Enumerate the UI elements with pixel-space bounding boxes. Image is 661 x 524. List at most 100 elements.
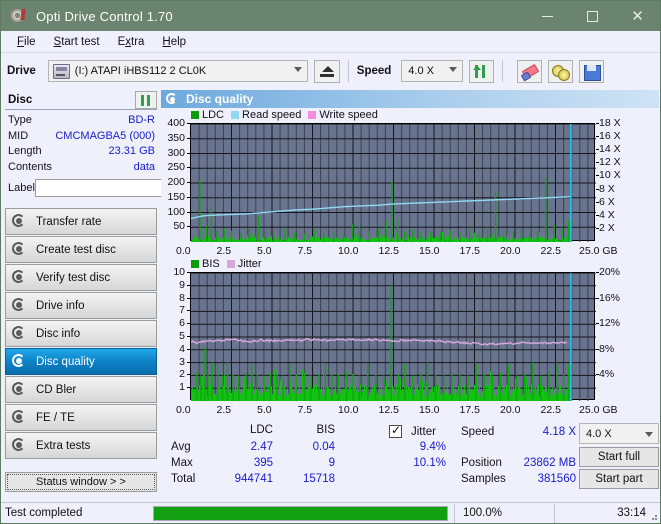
disc-refresh-button[interactable] xyxy=(135,91,157,109)
stats-jitter-max: 10.1% xyxy=(366,457,446,469)
legend-label: Write speed xyxy=(319,109,378,121)
y-axis-tick-label: 6 xyxy=(161,317,185,329)
eraser-icon[interactable] xyxy=(517,60,542,83)
menu-start-test[interactable]: Start test xyxy=(45,34,109,50)
two-discs-icon[interactable] xyxy=(548,60,573,83)
x-axis-tick-label: 25.0 GB xyxy=(579,245,618,257)
chevron-down-icon xyxy=(294,67,302,72)
chart-legend: LDCRead speedWrite speed xyxy=(191,109,378,121)
elapsed-time: 33:14 xyxy=(554,504,660,523)
window-title: Opti Drive Control 1.70 xyxy=(36,9,173,24)
x-axis-tick-label: 12.5 xyxy=(379,404,399,416)
disc-panel-header: Disc xyxy=(5,90,157,110)
speed-label: Speed xyxy=(357,65,392,77)
x-axis-tick-label: 25.0 GB xyxy=(579,404,618,416)
y2-axis-tick-label: 18 X xyxy=(599,117,639,129)
disc-icon xyxy=(11,214,28,229)
y2-axis-tick xyxy=(596,298,599,299)
legend-item: BIS xyxy=(191,258,220,270)
sidebar-item-transfer-rate[interactable]: Transfer rate xyxy=(5,208,157,235)
resize-grip-icon[interactable] xyxy=(648,511,658,521)
disc-row-value: CMCMAGBA5 (000) xyxy=(55,129,155,145)
disc-label-key: Label xyxy=(8,182,35,194)
y2-axis-tick xyxy=(596,149,599,150)
speed-select[interactable]: 4.0 X xyxy=(401,60,463,82)
stats-panel: Avg Max Total LDC 2.47 395 944741 BIS 0.… xyxy=(161,421,659,487)
disc-row-key: Type xyxy=(8,113,32,129)
floppy-save-icon[interactable] xyxy=(579,60,604,83)
sidebar-item-create-test-disc[interactable]: Create test disc xyxy=(5,236,157,263)
jitter-label: Jitter xyxy=(411,426,436,438)
sidebar-item-label: FE / TE xyxy=(36,412,75,424)
drive-select[interactable]: (I:) ATAPI iHBS112 2 CL0K xyxy=(48,60,308,82)
legend-label: LDC xyxy=(202,109,224,121)
maximize-button[interactable] xyxy=(570,1,615,31)
y2-axis-tick xyxy=(596,323,599,324)
x-axis-tick-label: 22.5 xyxy=(541,245,561,257)
progress-bar xyxy=(153,506,448,521)
samples-stat-label: Samples xyxy=(461,473,506,485)
y2-axis-tick-label: 12 X xyxy=(599,156,639,168)
menu-file[interactable]: File xyxy=(8,34,45,50)
sidebar-item-cd-bler[interactable]: CD Bler xyxy=(5,376,157,403)
x-axis-tick-label: 17.5 xyxy=(460,404,480,416)
speed-stat-value: 4.18 X xyxy=(501,426,576,438)
y2-axis-tick-label: 8 X xyxy=(599,183,639,195)
sidebar-item-label: CD Bler xyxy=(36,384,76,396)
y-axis-tick-label: 9 xyxy=(161,279,185,291)
y-axis-tick-label: 10 xyxy=(161,266,185,278)
y2-axis-tick-label: 10 X xyxy=(599,169,639,181)
stats-col-ldc-header: LDC xyxy=(223,424,273,436)
page-title: Disc quality xyxy=(186,92,253,106)
test-speed-value: 4.0 X xyxy=(586,428,612,440)
refresh-arrows-icon[interactable] xyxy=(469,60,494,83)
start-part-button[interactable]: Start part xyxy=(579,469,659,489)
y-axis-tick xyxy=(187,226,190,227)
position-stat-value: 23862 MB xyxy=(501,457,576,469)
y-axis-tick-label: 4 xyxy=(161,343,185,355)
close-button[interactable]: ✕ xyxy=(615,1,660,31)
x-axis-tick-label: 10.0 xyxy=(338,245,358,257)
sidebar-item-disc-info[interactable]: Disc info xyxy=(5,320,157,347)
eject-button[interactable] xyxy=(314,60,340,83)
disc-row-value: data xyxy=(134,160,155,176)
position-stat-label: Position xyxy=(461,457,502,469)
x-axis-tick-label: 10.0 xyxy=(338,404,358,416)
x-axis-tick-label: 20.0 xyxy=(500,245,520,257)
disc-icon xyxy=(11,326,28,341)
sidebar-item-disc-quality[interactable]: Disc quality xyxy=(5,348,157,375)
sidebar-item-label: Extra tests xyxy=(36,440,90,452)
sidebar-item-label: Verify test disc xyxy=(36,272,110,284)
sidebar-item-label: Transfer rate xyxy=(36,216,101,228)
menu-bar: File Start test Extra Help xyxy=(1,31,660,53)
progress-percent: 100.0% xyxy=(454,504,554,523)
sidebar-item-label: Create test disc xyxy=(36,244,116,256)
bis-chart: BISJitter123456789104%8%12%16%20%0.02.55… xyxy=(161,258,659,417)
start-full-button[interactable]: Start full xyxy=(579,447,659,467)
y2-axis-tick-label: 2 X xyxy=(599,222,639,234)
content-header: Disc quality xyxy=(161,90,659,108)
menu-help[interactable]: Help xyxy=(153,34,195,50)
status-window-button[interactable]: Status window > > xyxy=(5,472,157,492)
y-axis-tick xyxy=(187,182,190,183)
menu-extra[interactable]: Extra xyxy=(109,34,154,50)
test-speed-select[interactable]: 4.0 X xyxy=(579,423,659,444)
disc-quality-icon xyxy=(166,93,180,106)
x-axis-tick-label: 2.5 xyxy=(217,404,232,416)
chart-legend: BISJitter xyxy=(191,258,262,270)
legend-swatch xyxy=(308,111,316,119)
stats-row-total-label: Total xyxy=(171,473,195,485)
content-area: Disc quality LDCRead speedWrite speed501… xyxy=(161,90,661,502)
toolbar-divider-1 xyxy=(348,60,349,82)
stats-ldc-max: 395 xyxy=(213,457,273,469)
sidebar-item-drive-info[interactable]: Drive info xyxy=(5,292,157,319)
sidebar-item-verify-test-disc[interactable]: Verify test disc xyxy=(5,264,157,291)
minimize-button[interactable] xyxy=(525,1,570,31)
sidebar-item-extra-tests[interactable]: Extra tests xyxy=(5,432,157,459)
sidebar-item-fe-te[interactable]: FE / TE xyxy=(5,404,157,431)
x-axis-tick-label: 7.5 xyxy=(298,404,313,416)
samples-stat-value: 381560 xyxy=(501,473,576,485)
jitter-checkbox[interactable] xyxy=(389,425,402,438)
disc-row-value: BD-R xyxy=(128,113,155,129)
x-axis-tick-label: 0.0 xyxy=(176,404,191,416)
